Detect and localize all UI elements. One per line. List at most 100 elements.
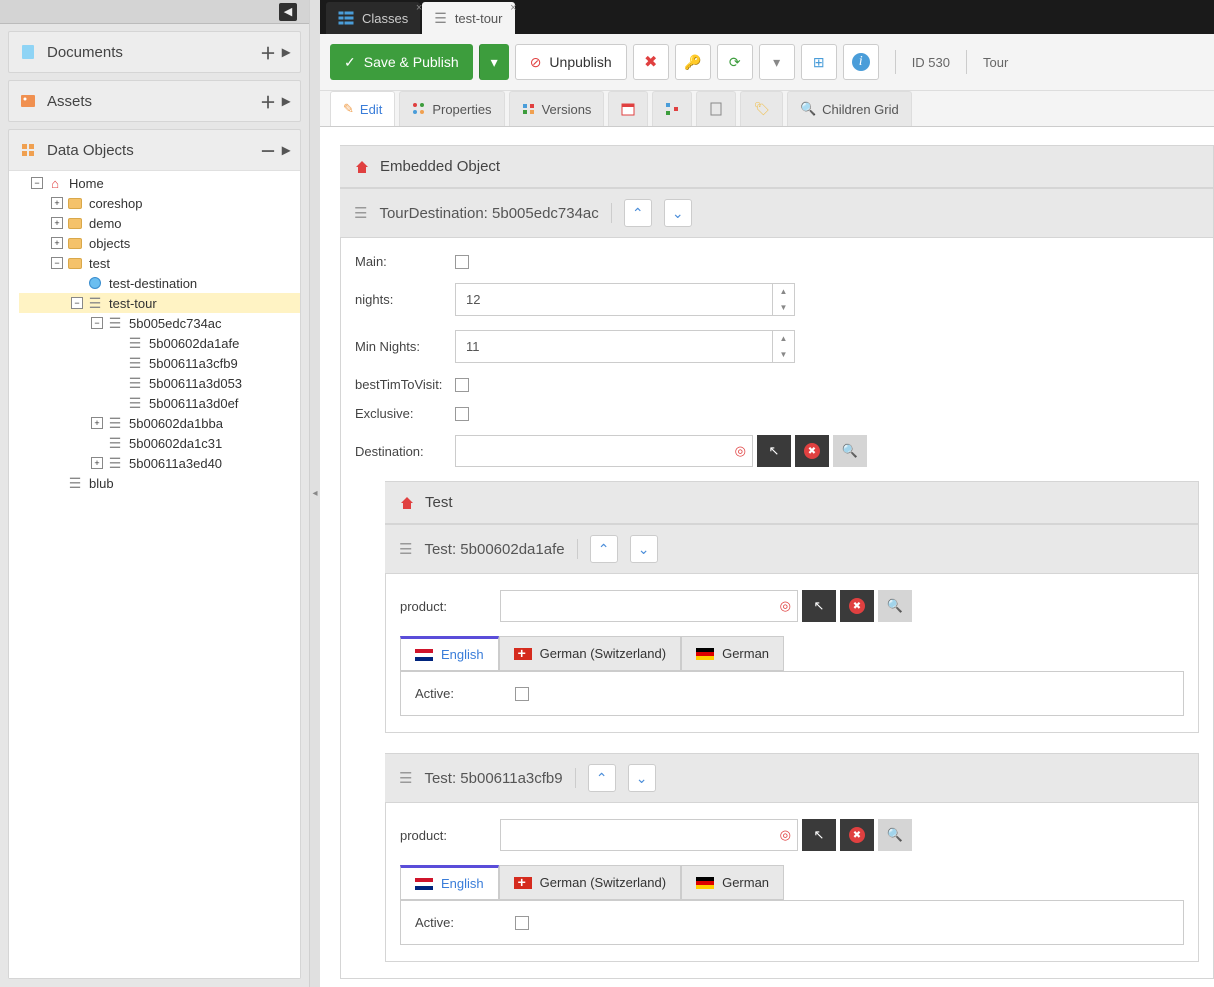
lang-tab-english[interactable]: English bbox=[400, 636, 499, 671]
subtab-tags[interactable]: 🏷 bbox=[740, 91, 783, 126]
tree-n4[interactable]: +☰5b00611a3ed40 bbox=[19, 453, 300, 473]
sidebar-collapse-bar[interactable]: ◀ bbox=[0, 0, 309, 24]
splitter[interactable]: ◂ bbox=[310, 0, 320, 987]
subtab-notes[interactable] bbox=[696, 91, 736, 126]
dataobjects-collapse-icon[interactable]: － bbox=[260, 138, 276, 162]
unpublish-button[interactable]: ⊘ Unpublish bbox=[515, 44, 627, 80]
remove-relation-button[interactable]: ✖ bbox=[840, 819, 874, 851]
tree-demo[interactable]: +demo bbox=[19, 213, 300, 233]
save-publish-button[interactable]: ✓ Save & Publish bbox=[330, 44, 473, 80]
lang-tab-english[interactable]: English bbox=[400, 865, 499, 900]
subtab-properties[interactable]: Properties bbox=[399, 91, 504, 126]
toggle-icon[interactable]: − bbox=[71, 297, 83, 309]
object-icon: ☰ bbox=[107, 415, 123, 431]
move-up-button[interactable]: ⌃ bbox=[590, 535, 618, 563]
assets-expand-icon[interactable]: ▸ bbox=[282, 91, 290, 111]
lang-tab-german[interactable]: German bbox=[681, 636, 784, 671]
nights-input[interactable]: 12 ▲▼ bbox=[455, 283, 795, 316]
show-tree-button[interactable]: ⊞ bbox=[801, 44, 837, 80]
destination-input[interactable]: ◎ bbox=[455, 435, 753, 467]
subtab-schedule[interactable] bbox=[608, 91, 648, 126]
move-up-button[interactable]: ⌃ bbox=[624, 199, 652, 227]
tab-classes[interactable]: Classes × bbox=[326, 2, 420, 34]
subtab-children-grid[interactable]: 🔍Children Grid bbox=[787, 91, 912, 126]
tree-n1c[interactable]: ☰5b00611a3d053 bbox=[19, 373, 300, 393]
subtab-dependencies[interactable] bbox=[652, 91, 692, 126]
assets-icon bbox=[19, 92, 37, 110]
product-input[interactable]: ◎ bbox=[500, 590, 798, 622]
delete-button[interactable]: ✖ bbox=[633, 44, 669, 80]
search-relation-button[interactable]: 🔍 bbox=[833, 435, 867, 467]
tree-coreshop[interactable]: +coreshop bbox=[19, 193, 300, 213]
nights-value: 12 bbox=[466, 292, 480, 307]
drag-handle-icon[interactable]: ☰ bbox=[399, 769, 412, 787]
toggle-icon[interactable]: + bbox=[51, 237, 63, 249]
assets-add-icon[interactable]: ＋ bbox=[260, 89, 276, 113]
documents-panel-header[interactable]: Documents ＋ ▸ bbox=[9, 32, 300, 72]
move-up-button[interactable]: ⌃ bbox=[588, 764, 616, 792]
tree-n1b[interactable]: ☰5b00611a3cfb9 bbox=[19, 353, 300, 373]
test1-block-header: ☰ Test: 5b00602da1afe ⌃ ⌄ bbox=[385, 524, 1199, 574]
remove-relation-button[interactable]: ✖ bbox=[795, 435, 829, 467]
documents-expand-icon[interactable]: ▸ bbox=[282, 42, 290, 62]
tree-n3[interactable]: ☰5b00602da1c31 bbox=[19, 433, 300, 453]
toggle-icon[interactable]: + bbox=[51, 197, 63, 209]
tree-n1[interactable]: −☰5b005edc734ac bbox=[19, 313, 300, 333]
subtab-versions[interactable]: Versions bbox=[509, 91, 605, 126]
besttime-checkbox[interactable] bbox=[455, 378, 469, 392]
save-publish-dropdown[interactable]: ▾ bbox=[479, 44, 509, 80]
lang-tab-german-ch[interactable]: German (Switzerland) bbox=[499, 636, 681, 671]
tree-test-destination[interactable]: test-destination bbox=[19, 273, 300, 293]
main-checkbox[interactable] bbox=[455, 255, 469, 269]
tree-n1a[interactable]: ☰5b00602da1afe bbox=[19, 333, 300, 353]
search-relation-button[interactable]: 🔍 bbox=[878, 590, 912, 622]
tree-test-tour[interactable]: −☰test-tour bbox=[19, 293, 300, 313]
tree-objects[interactable]: +objects bbox=[19, 233, 300, 253]
move-down-button[interactable]: ⌄ bbox=[628, 764, 656, 792]
dataobjects-panel-header[interactable]: Data Objects － ▸ bbox=[9, 130, 300, 170]
toggle-icon[interactable]: − bbox=[51, 257, 63, 269]
toggle-icon[interactable]: + bbox=[91, 457, 103, 469]
house-icon bbox=[354, 159, 370, 175]
reload-icon: ⟳ bbox=[729, 54, 741, 71]
tree-n2[interactable]: +☰5b00602da1bba bbox=[19, 413, 300, 433]
spinner-down-icon[interactable]: ▼ bbox=[773, 347, 794, 363]
tree-test[interactable]: −test bbox=[19, 253, 300, 273]
lang-tab-german-ch[interactable]: German (Switzerland) bbox=[499, 865, 681, 900]
spinner-down-icon[interactable]: ▼ bbox=[773, 300, 794, 316]
info-button[interactable]: i bbox=[843, 44, 879, 80]
toggle-icon[interactable]: + bbox=[51, 217, 63, 229]
spinner-up-icon[interactable]: ▲ bbox=[773, 284, 794, 300]
close-icon[interactable]: × bbox=[510, 2, 516, 14]
exclusive-checkbox[interactable] bbox=[455, 407, 469, 421]
dataobjects-expand-icon[interactable]: ▸ bbox=[282, 140, 290, 160]
active-checkbox[interactable] bbox=[515, 687, 529, 701]
search-relation-button[interactable]: 🔍 bbox=[878, 819, 912, 851]
tree-blub[interactable]: ☰blub bbox=[19, 473, 300, 493]
lang-tab-german[interactable]: German bbox=[681, 865, 784, 900]
active-checkbox[interactable] bbox=[515, 916, 529, 930]
remove-relation-button[interactable]: ✖ bbox=[840, 590, 874, 622]
move-down-button[interactable]: ⌄ bbox=[664, 199, 692, 227]
drag-handle-icon[interactable]: ☰ bbox=[399, 540, 412, 558]
drag-handle-icon[interactable]: ☰ bbox=[354, 204, 367, 222]
subtab-edit[interactable]: ✎Edit bbox=[330, 91, 395, 126]
spinner-up-icon[interactable]: ▲ bbox=[773, 331, 794, 347]
cursor-button[interactable]: ↖ bbox=[802, 819, 836, 851]
toggle-icon[interactable]: + bbox=[91, 417, 103, 429]
tab-test-tour[interactable]: ☰ test-tour × bbox=[422, 2, 514, 34]
toggle-icon[interactable]: − bbox=[91, 317, 103, 329]
toggle-icon[interactable]: − bbox=[31, 177, 43, 189]
minnights-input[interactable]: 11▲▼ bbox=[455, 330, 795, 363]
tree-home[interactable]: −⌂Home bbox=[19, 173, 300, 193]
cursor-button[interactable]: ↖ bbox=[757, 435, 791, 467]
cursor-button[interactable]: ↖ bbox=[802, 590, 836, 622]
documents-add-icon[interactable]: ＋ bbox=[260, 40, 276, 64]
reload-button[interactable]: ⟳ bbox=[717, 44, 753, 80]
assets-panel-header[interactable]: Assets ＋ ▸ bbox=[9, 81, 300, 121]
product-input[interactable]: ◎ bbox=[500, 819, 798, 851]
rename-button[interactable]: 🔑 bbox=[675, 44, 711, 80]
move-down-button[interactable]: ⌄ bbox=[630, 535, 658, 563]
reload-dropdown[interactable]: ▾ bbox=[759, 44, 795, 80]
tree-n1d[interactable]: ☰5b00611a3d0ef bbox=[19, 393, 300, 413]
